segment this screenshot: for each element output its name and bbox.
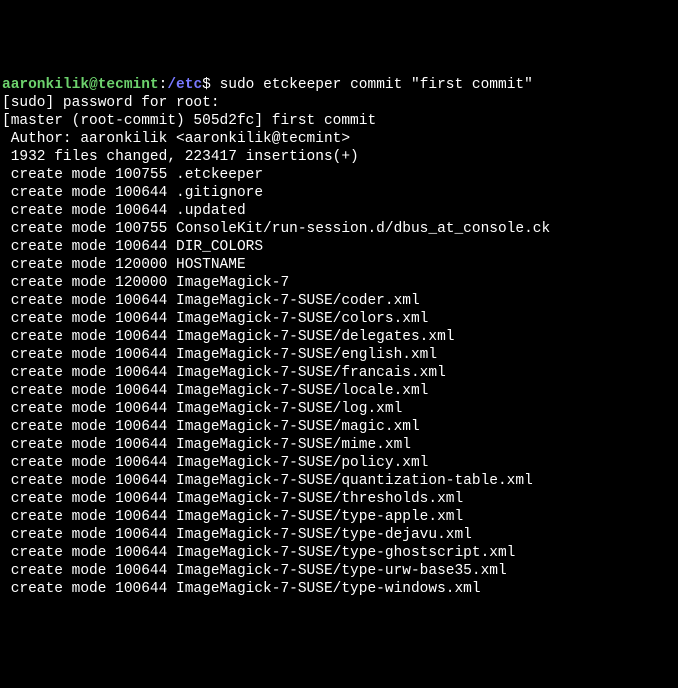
git-create-mode-line: create mode 100644 .gitignore	[2, 184, 676, 202]
git-commit-summary: [master (root-commit) 505d2fc] first com…	[2, 112, 676, 130]
git-create-mode-line: create mode 100644 .updated	[2, 202, 676, 220]
git-create-mode-line: create mode 100644 ImageMagick-7-SUSE/th…	[2, 490, 676, 508]
command-input[interactable]: sudo etckeeper commit "first commit"	[220, 77, 533, 93]
terminal-output: aaronkilik@tecmint:/etc$ sudo etckeeper …	[2, 76, 676, 598]
git-create-mode-line: create mode 100644 ImageMagick-7-SUSE/qu…	[2, 472, 676, 490]
command-prompt-line[interactable]: aaronkilik@tecmint:/etc$ sudo etckeeper …	[2, 76, 676, 94]
git-create-mode-line: create mode 100644 ImageMagick-7-SUSE/co…	[2, 310, 676, 328]
git-create-mode-line: create mode 100644 ImageMagick-7-SUSE/co…	[2, 292, 676, 310]
git-create-mode-line: create mode 100644 ImageMagick-7-SUSE/po…	[2, 454, 676, 472]
git-create-mode-line: create mode 100755 .etckeeper	[2, 166, 676, 184]
prompt-cwd: /etc	[167, 77, 202, 93]
git-create-mode-line: create mode 100644 ImageMagick-7-SUSE/mi…	[2, 436, 676, 454]
git-create-mode-line: create mode 100644 ImageMagick-7-SUSE/fr…	[2, 364, 676, 382]
prompt-symbol: $	[202, 77, 219, 93]
git-create-mode-line: create mode 120000 HOSTNAME	[2, 256, 676, 274]
git-create-mode-line: create mode 100755 ConsoleKit/run-sessio…	[2, 220, 676, 238]
git-create-mode-line: create mode 100644 ImageMagick-7-SUSE/ty…	[2, 508, 676, 526]
git-create-mode-line: create mode 100644 ImageMagick-7-SUSE/de…	[2, 328, 676, 346]
git-create-mode-line: create mode 100644 ImageMagick-7-SUSE/lo…	[2, 382, 676, 400]
git-author-line: Author: aaronkilik <aaronkilik@tecmint>	[2, 130, 676, 148]
sudo-password-prompt: [sudo] password for root:	[2, 94, 676, 112]
git-create-mode-line: create mode 100644 ImageMagick-7-SUSE/en…	[2, 346, 676, 364]
git-create-mode-line: create mode 120000 ImageMagick-7	[2, 274, 676, 292]
git-create-mode-line: create mode 100644 ImageMagick-7-SUSE/ma…	[2, 418, 676, 436]
git-create-mode-line: create mode 100644 ImageMagick-7-SUSE/ty…	[2, 580, 676, 598]
prompt-user-host: aaronkilik@tecmint	[2, 77, 159, 93]
git-create-mode-line: create mode 100644 ImageMagick-7-SUSE/lo…	[2, 400, 676, 418]
git-create-mode-line: create mode 100644 ImageMagick-7-SUSE/ty…	[2, 562, 676, 580]
git-create-mode-line: create mode 100644 DIR_COLORS	[2, 238, 676, 256]
git-stats-line: 1932 files changed, 223417 insertions(+)	[2, 148, 676, 166]
git-create-mode-line: create mode 100644 ImageMagick-7-SUSE/ty…	[2, 544, 676, 562]
git-create-mode-line: create mode 100644 ImageMagick-7-SUSE/ty…	[2, 526, 676, 544]
